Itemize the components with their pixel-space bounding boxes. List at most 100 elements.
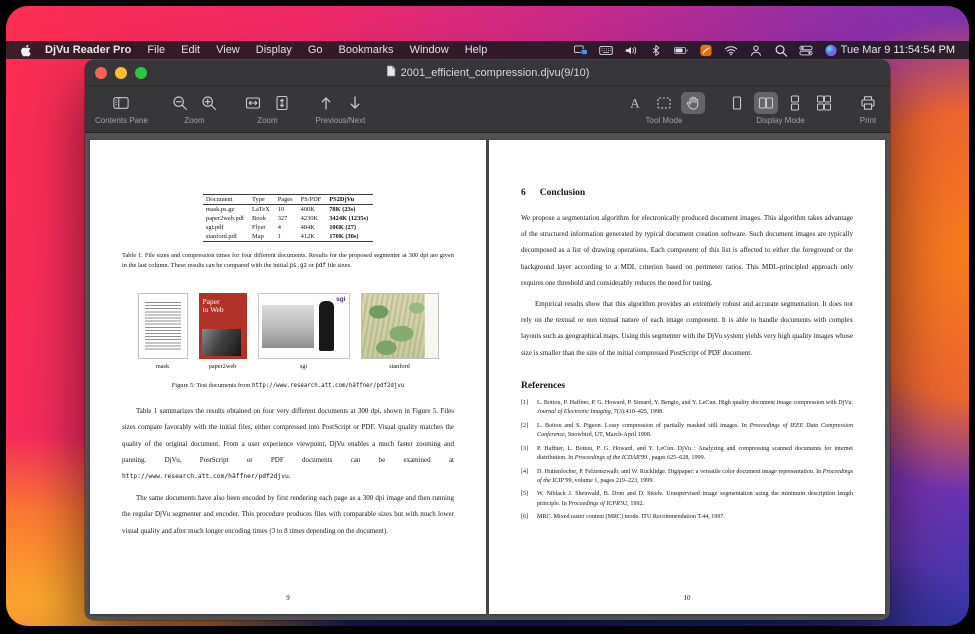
references-heading: References [521, 381, 853, 391]
table-cell: 327 [275, 214, 298, 223]
continuous-scroll-icon[interactable] [783, 92, 807, 114]
wifi-icon[interactable] [724, 44, 738, 57]
document-icon [386, 65, 396, 80]
reference-label: [5] [521, 490, 532, 508]
zoom-in-icon[interactable] [197, 92, 221, 114]
results-table-body: mask.ps.gzLaTeX10400K78K (23s)paper2web.… [203, 205, 373, 242]
user-icon[interactable] [749, 44, 763, 57]
toolbar-group-label: Contents Pane [95, 116, 148, 125]
reference-item: [6]MRC. Mixed raster content (MRC) mode.… [521, 513, 853, 522]
toolbar-group-label: Zoom [257, 116, 277, 125]
toolbar: Contents PaneZoomZoomPrevious/Next ATool… [85, 86, 890, 133]
table-header-cell: Type [249, 195, 275, 205]
section-title: Conclusion [540, 188, 585, 198]
contents-pane-icon[interactable] [109, 92, 133, 114]
next-page-icon[interactable] [343, 92, 367, 114]
paper2web-cover-photo [202, 329, 241, 356]
input-source-flag-icon[interactable] [699, 44, 713, 57]
table-cell: 412K [298, 232, 327, 242]
body-paragraph: We propose a segmentation algorithm for … [521, 210, 853, 291]
desktop-wallpaper: DjVu Reader Pro File Edit View Display Go Boo… [6, 6, 969, 626]
window-title-text: 2001_efficient_compression.djvu(9/10) [401, 67, 590, 79]
document-page-left[interactable]: DocumentTypePagesPS/PDFPS2DjVu mask.ps.g… [90, 140, 486, 614]
table-cell: paper2web.pdf [203, 214, 249, 223]
menu-item-bookmarks[interactable]: Bookmarks [339, 44, 394, 56]
menu-item-window[interactable]: Window [410, 44, 449, 56]
close-button[interactable] [95, 67, 107, 79]
window-titlebar: 2001_efficient_compression.djvu(9/10) [85, 60, 890, 86]
keyboard-icon[interactable] [599, 44, 613, 57]
apple-menu[interactable] [20, 44, 33, 57]
print-icon[interactable] [856, 92, 880, 114]
reference-label: [4] [521, 468, 532, 486]
table-cell: mask.ps.gz [203, 205, 249, 215]
figure-item-stanford: stanford [361, 293, 439, 370]
traffic-lights [85, 67, 147, 79]
table-cell: 78K (23s) [326, 205, 373, 215]
fit-page-icon[interactable] [270, 92, 294, 114]
toolbar-left: Contents PaneZoomZoomPrevious/Next [95, 90, 367, 125]
reference-item: [4]D. Huttenlocher, P. Felzenszwalb, and… [521, 468, 853, 486]
single-page-icon[interactable] [725, 92, 749, 114]
table-cell: Book [249, 214, 275, 223]
menu-item-go[interactable]: Go [308, 44, 323, 56]
marquee-select-icon[interactable] [652, 92, 676, 114]
menubar-app-name[interactable]: DjVu Reader Pro [45, 44, 131, 56]
table-cell: sgi.pdf [203, 223, 249, 232]
volume-icon[interactable] [624, 44, 638, 57]
results-table: DocumentTypePagesPS/PDFPS2DjVu mask.ps.g… [203, 194, 373, 242]
reference-label: [1] [521, 399, 532, 417]
battery-icon[interactable] [674, 44, 688, 57]
menu-item-help[interactable]: Help [465, 44, 488, 56]
reference-text: MRC. Mixed raster content (MRC) mode. IT… [537, 513, 853, 522]
text-select-icon[interactable]: A [623, 92, 647, 114]
toolbar-group: Print [856, 90, 880, 125]
table-cell: 400K [298, 205, 327, 215]
toolbar-group: Previous/Next [314, 90, 367, 125]
table-cell: Flyer [249, 223, 275, 232]
zoom-out-icon[interactable] [168, 92, 192, 114]
control-center-icon[interactable] [799, 44, 813, 57]
search-icon[interactable] [774, 44, 788, 57]
table-header-cell: Pages [275, 195, 298, 205]
toolbar-group-label: Previous/Next [316, 116, 366, 125]
facing-continuous-icon[interactable] [812, 92, 836, 114]
hand-tool-icon[interactable] [681, 92, 705, 114]
document-viewport[interactable]: DocumentTypePagesPS/PDFPS2DjVu mask.ps.g… [85, 134, 890, 620]
fullscreen-button[interactable] [135, 67, 147, 79]
window-title: 2001_efficient_compression.djvu(9/10) [386, 65, 590, 80]
siri-icon[interactable] [824, 44, 838, 57]
table-cell: 106K (27) [326, 223, 373, 232]
thumbnail-paper2web: Paper to Web [199, 293, 247, 359]
sgi-bottle-image [319, 301, 334, 351]
toolbar-group: Contents Pane [95, 90, 148, 125]
previous-page-icon[interactable] [314, 92, 338, 114]
menu-item-view[interactable]: View [216, 44, 240, 56]
screen-mirroring-icon[interactable] [574, 44, 588, 57]
menubar-clock[interactable]: Tue Mar 9 11:54:54 PM [841, 44, 955, 56]
menu-item-display[interactable]: Display [256, 44, 292, 56]
toolbar-right: ATool ModeDisplay ModePrint [623, 90, 880, 125]
table-cell: Map [249, 232, 275, 242]
thumbnail-label: sgi [300, 363, 307, 370]
toolbar-group: Zoom [241, 90, 294, 125]
page-number: 10 [489, 594, 885, 602]
menubar-menus: File Edit View Display Go Bookmarks Window Help [147, 44, 487, 56]
thumbnail-sgi: sgi [258, 293, 350, 359]
facing-pages-icon[interactable] [754, 92, 778, 114]
page-number: 9 [90, 594, 486, 602]
minimize-button[interactable] [115, 67, 127, 79]
fit-width-icon[interactable] [241, 92, 265, 114]
toolbar-group: ATool Mode [623, 90, 705, 125]
document-page-right[interactable]: 6Conclusion We propose a segmentation al… [489, 140, 885, 614]
reference-text: L. Bottou and S. Pigeon. Lossy compressi… [537, 422, 853, 440]
reference-item: [1]L. Bottou, P. Haffner, P. G. Howard, … [521, 399, 853, 417]
body-paragraph: Table 1 summarizes the results obtained … [122, 403, 454, 485]
bluetooth-icon[interactable] [649, 44, 663, 57]
menu-item-edit[interactable]: Edit [181, 44, 200, 56]
table-cell: 1 [275, 232, 298, 242]
menubar-status-icons [574, 44, 838, 57]
thumbnail-stanford [361, 293, 439, 359]
table-cell: 3424K (1235s) [326, 214, 373, 223]
menu-item-file[interactable]: File [147, 44, 165, 56]
